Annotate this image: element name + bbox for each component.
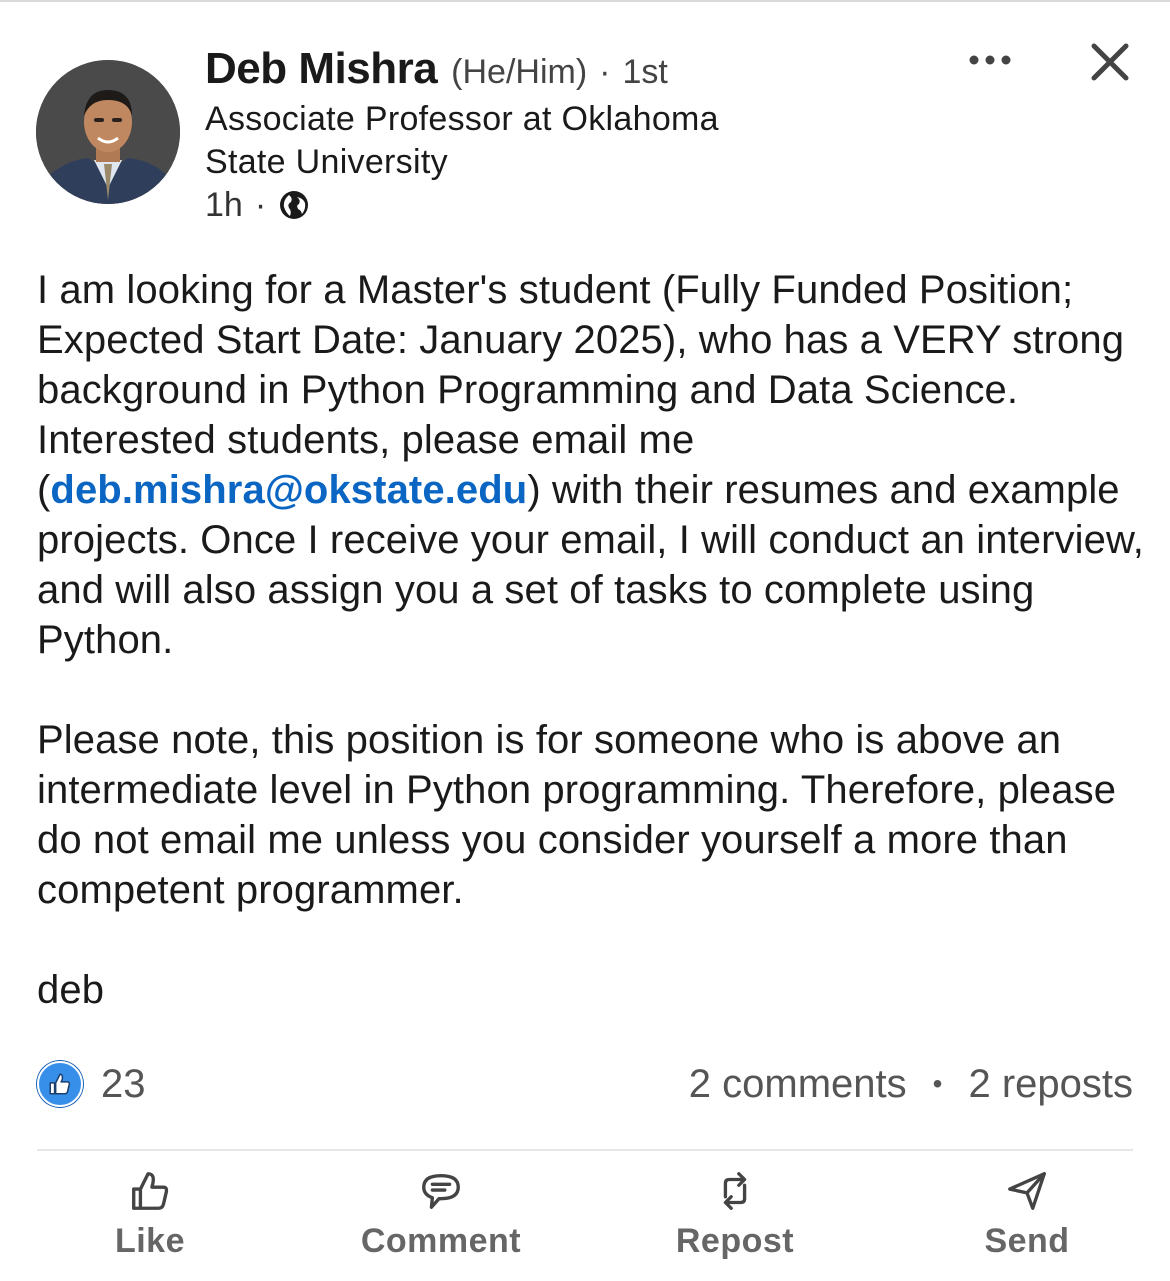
globe-icon: [278, 189, 310, 221]
send-button[interactable]: Send: [917, 1168, 1137, 1268]
close-icon[interactable]: [1086, 38, 1134, 86]
post-signoff: deb: [37, 968, 105, 1012]
like-icon: [132, 1172, 169, 1210]
meta-separator: ·: [254, 185, 267, 224]
repost-button[interactable]: Repost: [625, 1168, 845, 1268]
author-row: Deb Mishra (He/Him) · 1st: [205, 44, 668, 94]
send-icon: [1008, 1172, 1046, 1210]
comment-icon: [422, 1173, 460, 1209]
post-meta: 1h ·: [205, 184, 310, 226]
stats-separator: •: [932, 1068, 943, 1099]
author-pronouns: (He/Him): [451, 53, 588, 91]
post-paragraph-2: Please note, this position is for someon…: [37, 718, 1117, 912]
repost-icon: [723, 1172, 747, 1210]
post-detail: Deb Mishra (He/Him) · 1st Associate Prof…: [0, 0, 1170, 1281]
reaction-count[interactable]: 23: [101, 1062, 146, 1107]
like-reaction-icon[interactable]: [37, 1061, 83, 1107]
author-headline: Associate Professor at Oklahoma State Un…: [205, 100, 719, 181]
more-options-icon[interactable]: [960, 40, 1020, 80]
avatar-photo: [36, 60, 180, 204]
top-divider: [0, 0, 1170, 2]
actions-divider: [37, 1149, 1133, 1151]
author-name[interactable]: Deb Mishra: [205, 44, 438, 94]
reposts-count[interactable]: 2 reposts: [968, 1062, 1133, 1107]
social-counts: 23 2 comments • 2 reposts: [37, 1058, 1133, 1110]
comment-label: Comment: [360, 1222, 522, 1260]
repost-label: Repost: [675, 1222, 795, 1260]
send-label: Send: [984, 1222, 1070, 1260]
avatar[interactable]: [36, 60, 180, 204]
email-link[interactable]: deb.mishra@okstate.edu: [50, 468, 527, 512]
connection-separator: ·: [599, 53, 611, 91]
time-posted: 1h: [205, 185, 243, 224]
like-button[interactable]: Like: [40, 1168, 260, 1268]
comments-count[interactable]: 2 comments: [689, 1062, 907, 1107]
comment-button[interactable]: Comment: [331, 1168, 551, 1268]
post-body: I am looking for a Master's student (Ful…: [37, 265, 1147, 1015]
post-paragraph-1: I am looking for a Master's student (Ful…: [37, 265, 1147, 665]
action-bar: Like Comment Repost Send: [0, 1168, 1170, 1268]
engagement-links: 2 comments • 2 reposts: [689, 1062, 1133, 1107]
connection-degree: 1st: [622, 53, 668, 91]
like-label: Like: [114, 1222, 186, 1260]
